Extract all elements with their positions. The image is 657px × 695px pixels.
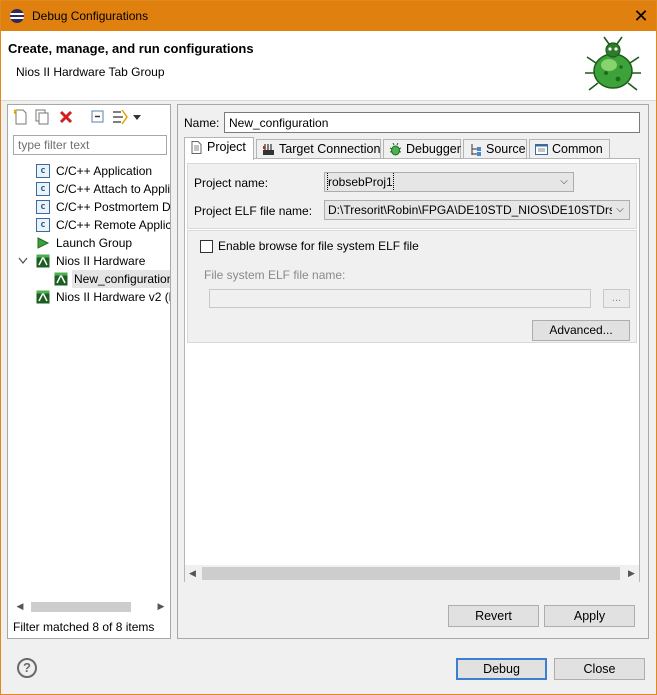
chevron-down-icon: ⌵ <box>616 204 624 215</box>
scroll-right-icon[interactable]: ▶ <box>624 565 639 582</box>
tab-project[interactable]: Project <box>184 137 254 160</box>
eclipse-icon <box>10 9 24 23</box>
c-config-icon: c <box>36 164 50 178</box>
enable-browse-checkbox[interactable] <box>200 240 213 253</box>
tree-item-label: Nios II Hardware <box>56 254 146 268</box>
tab-common[interactable]: Common <box>529 139 610 159</box>
collapse-all-icon[interactable] <box>90 109 106 125</box>
header-subtitle: Nios II Hardware Tab Group <box>16 65 165 79</box>
duplicate-icon[interactable] <box>34 109 50 125</box>
tab-debugger[interactable]: Debugger <box>383 139 461 159</box>
project-name-dropdown[interactable]: robsebProj1 ⌵ <box>324 172 574 192</box>
tree-item-label: C/C++ Application <box>56 164 153 178</box>
scroll-left-icon[interactable]: ◀ <box>185 565 200 582</box>
tree-toolbar <box>8 105 170 129</box>
tab-label: Target Connection <box>279 142 381 156</box>
enable-browse-label[interactable]: Enable browse for file system ELF file <box>218 239 419 253</box>
filter-status: Filter matched 8 of 8 items <box>13 620 155 634</box>
window-title: Debug Configurations <box>32 9 149 23</box>
common-icon <box>535 144 548 155</box>
file-system-elf-group: Enable browse for file system ELF file F… <box>187 230 637 343</box>
debug-bug-icon <box>585 36 641 91</box>
tab-label: Source <box>486 142 526 156</box>
new-configuration-icon[interactable] <box>13 109 29 125</box>
chevron-down-icon: ⌵ <box>560 176 568 187</box>
tree-item-label: C/C++ Attach to Application <box>56 182 170 196</box>
tab-label: Common <box>552 142 603 156</box>
c-config-icon: c <box>36 218 50 232</box>
apply-button[interactable]: Apply <box>544 605 635 627</box>
tree-item-label: C/C++ Postmortem Debugger <box>56 200 170 214</box>
project-elf-value: D:\Tresorit\Robin\FPGA\DE10STD_NIOS\DE10… <box>328 203 612 217</box>
filter-icon[interactable] <box>112 109 128 125</box>
tab-target-connection[interactable]: Target Connection <box>256 139 381 159</box>
nios-icon <box>54 272 68 286</box>
tree-horizontal-scrollbar[interactable]: ◀ ▶ <box>13 598 168 615</box>
tree-item-label: Nios II Hardware v2 (beta) <box>56 290 170 304</box>
chevron-down-icon[interactable] <box>18 254 28 268</box>
delete-icon[interactable] <box>58 109 74 125</box>
tree-item-label: New_configuration <box>72 270 170 288</box>
tab-source[interactable]: Source <box>463 139 527 159</box>
revert-button[interactable]: Revert <box>448 605 539 627</box>
tab-label: Project <box>207 140 246 154</box>
nios-icon <box>36 290 50 304</box>
project-name-label: Project name: <box>194 176 269 190</box>
fs-elf-label: File system ELF file name: <box>204 268 346 282</box>
source-icon <box>471 144 481 156</box>
debug-button[interactable]: Debug <box>456 658 547 680</box>
bug-icon <box>389 143 402 156</box>
filter-input[interactable] <box>13 135 167 155</box>
document-icon <box>191 141 202 154</box>
project-name-value: robsebProj1 <box>327 173 394 191</box>
header-title: Create, manage, and run configurations <box>8 41 254 56</box>
project-elf-dropdown[interactable]: D:\Tresorit\Robin\FPGA\DE10STD_NIOS\DE10… <box>324 200 630 220</box>
tree-item-label: C/C++ Remote Application <box>56 218 170 232</box>
scroll-left-icon[interactable]: ◀ <box>13 598 27 615</box>
configuration-name-input[interactable] <box>224 112 640 133</box>
configuration-tabs: Project Target Connection Debugger Sourc… <box>184 137 640 160</box>
c-config-icon: c <box>36 200 50 214</box>
connector-icon <box>263 144 274 155</box>
configuration-tree: c C/C++ Application c C/C++ Attach to Ap… <box>8 160 170 598</box>
help-icon[interactable]: ? <box>17 658 37 678</box>
scroll-thumb[interactable] <box>202 567 620 580</box>
tree-item-label: Launch Group <box>56 236 133 250</box>
title-bar: Debug Configurations ✕ <box>1 1 656 31</box>
project-tab-content: Project name: robsebProj1 ⌵ Project ELF … <box>184 158 640 582</box>
close-button[interactable]: Close <box>554 658 645 680</box>
configuration-tree-pane: c C/C++ Application c C/C++ Attach to Ap… <box>7 104 171 639</box>
browse-button: ... <box>603 289 630 308</box>
window-close-button[interactable]: ✕ <box>626 1 656 31</box>
name-label: Name: <box>184 116 220 130</box>
dialog-header: Create, manage, and run configurations N… <box>1 31 656 101</box>
fs-elf-input <box>209 289 591 308</box>
configuration-editor-pane: Name: Project Target Connection Debugger… <box>177 104 649 639</box>
c-config-icon: c <box>36 182 50 196</box>
launch-group-icon <box>37 237 50 249</box>
project-elf-label: Project ELF file name: <box>194 204 313 218</box>
advanced-button[interactable]: Advanced... <box>532 320 630 341</box>
editor-horizontal-scrollbar[interactable]: ◀ ▶ <box>185 565 639 582</box>
tab-label: Debugger <box>406 142 461 156</box>
scroll-right-icon[interactable]: ▶ <box>154 598 168 615</box>
nios-icon <box>36 254 50 268</box>
debug-configurations-dialog: Debug Configurations ✕ Create, manage, a… <box>0 0 657 695</box>
view-menu-chevron-icon[interactable] <box>132 109 142 125</box>
scroll-thumb[interactable] <box>31 602 131 612</box>
project-group: Project name: robsebProj1 ⌵ Project ELF … <box>187 163 637 229</box>
